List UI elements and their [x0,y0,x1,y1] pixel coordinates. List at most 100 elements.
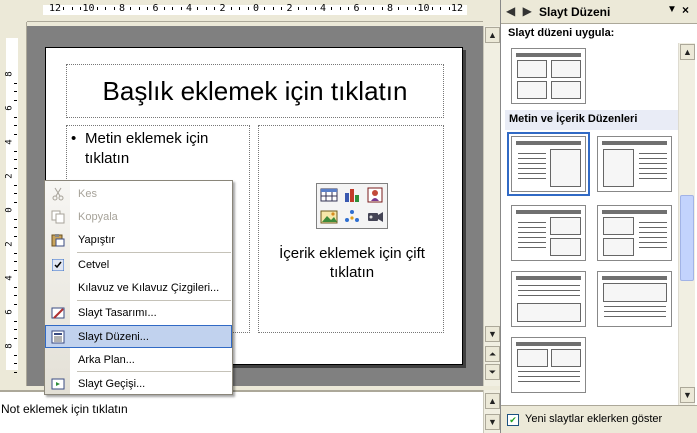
ruler-tick [80,7,82,10]
ruler-number: 4 [4,139,15,145]
pane-back-forward-icon[interactable]: ◀ ▶ [506,4,534,18]
notes-vertical-scrollbar[interactable]: ▲ ▼ [483,390,500,433]
text-lines [518,285,580,299]
menu-item-slide-layout[interactable]: Slayt Düzeni... [45,325,232,348]
ruler-tick [272,7,274,10]
content-placeholder[interactable]: İçerik eklemek için çift tıklatın [258,125,444,333]
scroll-up-button[interactable]: ▲ [485,27,500,43]
ruler-tick [314,7,316,10]
menu-item-ruler[interactable]: Cetvel [45,253,232,276]
menu-item-label: Cetvel [78,258,110,271]
slide-layout-icon [45,325,70,348]
ruler-number: 6 [4,309,15,315]
previous-slide-button[interactable]: ⏶ [485,346,500,362]
notes-scroll-down-button[interactable]: ▼ [485,414,500,430]
ruler-tick [14,201,17,203]
thumbnail-title-bar [516,53,581,57]
ruler-tick [96,7,98,10]
show-on-insert-label: Yeni slaytlar eklerken göster [525,413,663,425]
content-box [603,283,667,302]
ruler-tick [14,235,17,237]
layout-thumbnail[interactable] [511,271,586,327]
ruler-tick [14,184,17,186]
ruler-tick [14,125,17,126]
content-icon-palette [316,183,388,229]
layout-thumbnail[interactable] [511,205,586,261]
text-lines [639,222,667,252]
ruler-tick [14,371,17,373]
menu-item-copy[interactable]: Kopyala [45,205,232,228]
insert-clipart-icon[interactable] [364,184,387,206]
ruler-tick [205,7,207,10]
notes-scroll-up-button[interactable]: ▲ [485,393,500,409]
menu-item-icon-empty [45,348,70,371]
menu-item-slide-design[interactable]: Slayt Tasarımı... [45,301,232,324]
ruler-tick [163,7,165,10]
menu-item-paste[interactable]: Yapıştır [45,228,232,251]
content-box [603,217,634,235]
pane-scroll-down-button[interactable]: ▼ [680,387,695,403]
content-box [550,238,581,256]
ruler-tick [14,261,17,262]
ruler-number: 6 [353,3,360,14]
content-box [517,81,547,99]
insert-chart-icon[interactable] [340,184,363,206]
pane-dropdown-icon[interactable]: ▼ [667,4,677,15]
layout-thumbnail[interactable] [597,136,672,192]
vertical-ruler[interactable]: 8 6 4 2 0 2 4 6 8 [0,22,27,386]
layout-thumbnail[interactable] [597,205,672,261]
scissors-icon [45,182,70,205]
ruler-tick [373,7,375,10]
editor-vertical-scrollbar[interactable]: ▲ ▼ ⏶ ⏷ [483,26,500,386]
ruler-number: 12 [450,3,464,14]
ruler-tick [14,82,17,84]
insert-table-icon[interactable] [317,184,340,206]
ruler-tick [14,116,17,118]
ruler-number: 8 [386,3,394,14]
ruler-tick [239,7,241,10]
menu-item-label: Yapıştır [78,233,116,246]
scroll-thumb[interactable] [680,195,694,281]
layout-thumbnail[interactable] [511,337,586,393]
content-box [551,60,581,78]
layout-thumbnail[interactable] [597,271,672,327]
task-pane-scrollbar[interactable]: ▲ ▼ [678,43,695,405]
menu-item-slide-transition[interactable]: Slayt Geçişi... [45,372,232,395]
ruler-tick [71,7,73,10]
ruler-tick [130,7,132,10]
slide-design-icon [45,301,70,324]
insert-diagram-icon[interactable] [340,206,363,228]
insert-picture-icon[interactable] [317,206,340,228]
insert-media-icon[interactable] [364,206,387,228]
thumbnail-title-bar [602,210,667,214]
close-icon[interactable]: × [682,3,689,17]
menu-item-icon-empty [45,276,70,299]
layout-thumbnail[interactable] [507,132,590,196]
ruler-tick [138,7,140,10]
ruler-tick [247,7,249,10]
ruler-tick [14,320,17,322]
ruler-tick [264,7,266,10]
layout-thumbnail[interactable] [511,48,586,104]
notes-placeholder-text: Not eklemek için tıklatın [1,402,128,416]
ruler-tick [172,7,174,10]
ruler-tick [331,7,333,10]
horizontal-ruler[interactable]: 12 10 8 6 4 2 0 2 4 6 8 10 12 [27,0,483,22]
content-box [550,149,581,187]
show-on-insert-checkbox[interactable]: ✔ [507,414,519,426]
scroll-down-button[interactable]: ▼ [485,326,500,342]
menu-item-label: Kes [78,187,97,200]
content-box [603,149,634,187]
menu-item-cut[interactable]: Kes [45,182,232,205]
notes-pane[interactable]: Not eklemek için tıklatın [0,390,483,433]
text-lines [639,153,667,183]
menu-item-background[interactable]: Arka Plan... [45,348,232,371]
ruler-number: 2 [219,3,226,14]
text-lines [518,371,580,385]
menu-item-guides[interactable]: Kılavuz ve Kılavuz Çizgileri... [45,276,232,299]
ruler-tick [364,7,366,10]
menu-item-label: Kılavuz ve Kılavuz Çizgileri... [78,281,220,294]
next-slide-button[interactable]: ⏷ [485,364,500,380]
pane-scroll-up-button[interactable]: ▲ [680,44,695,60]
title-placeholder[interactable]: Başlık eklemek için tıklatın [66,64,444,118]
